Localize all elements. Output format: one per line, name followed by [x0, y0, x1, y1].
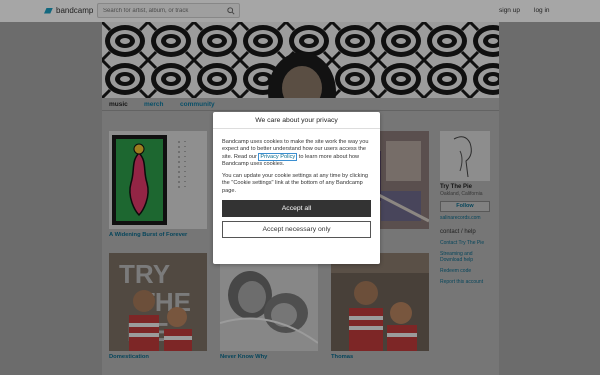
accept-all-button[interactable]: Accept all — [222, 200, 371, 218]
accept-necessary-button[interactable]: Accept necessary only — [222, 221, 371, 239]
cookie-settings-note: You can update your cookie settings at a… — [222, 173, 368, 194]
dialog-title: We care about your privacy — [213, 112, 380, 129]
cookie-consent-dialog: We care about your privacy Bandcamp uses… — [213, 112, 380, 264]
privacy-policy-link[interactable]: Privacy Policy — [258, 152, 298, 161]
cookie-description: Bandcamp uses cookies to make the site w… — [222, 139, 371, 168]
